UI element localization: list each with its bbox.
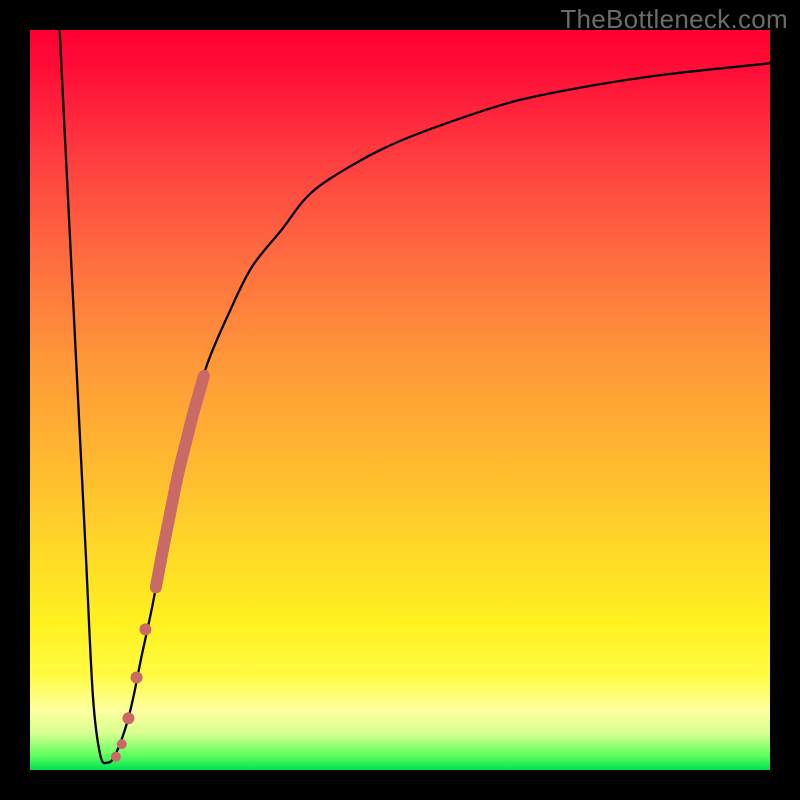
bottleneck-curve	[60, 30, 770, 763]
marker-dot	[131, 672, 143, 684]
marker-dot	[122, 712, 134, 724]
chart-frame: TheBottleneck.com	[0, 0, 800, 800]
watermark-text: TheBottleneck.com	[560, 4, 788, 35]
marker-dot	[117, 739, 127, 749]
marker-dot	[139, 623, 151, 635]
marker-dot	[111, 752, 121, 762]
highlight-segment	[156, 376, 204, 588]
chart-svg	[30, 30, 770, 770]
plot-area	[30, 30, 770, 770]
